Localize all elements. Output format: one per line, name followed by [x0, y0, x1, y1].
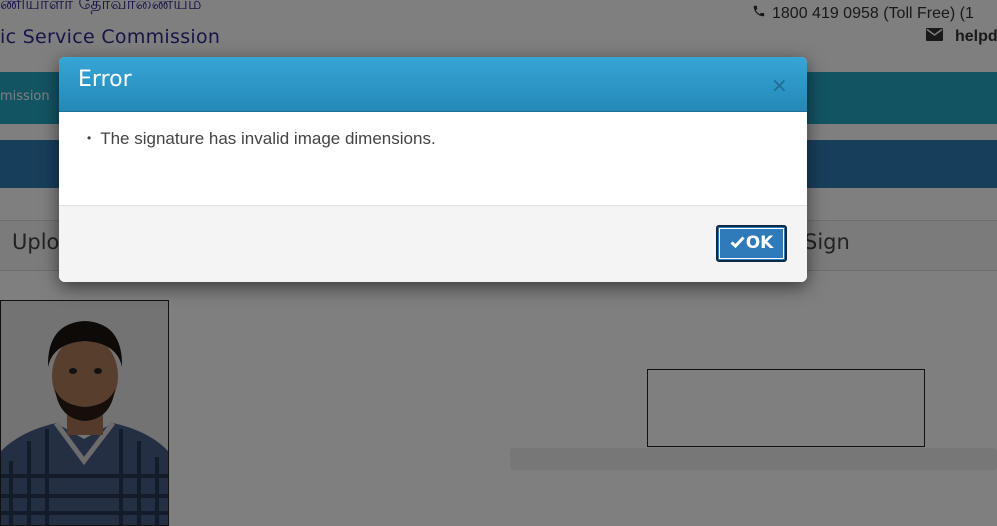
dialog-title: Error: [78, 67, 132, 92]
error-dialog: Error × • The signature has invalid image…: [59, 57, 807, 282]
bullet-icon: •: [87, 131, 92, 145]
error-message-text: The signature has invalid image dimensio…: [100, 129, 436, 148]
ok-button-label: OK: [745, 233, 774, 253]
dialog-footer: OK: [59, 205, 807, 282]
check-icon: [730, 227, 745, 259]
error-message: • The signature has invalid image dimensi…: [87, 129, 436, 149]
ok-button[interactable]: OK: [716, 225, 787, 262]
dialog-header: Error ×: [59, 57, 807, 112]
dialog-body: • The signature has invalid image dimensi…: [59, 112, 807, 204]
error-list: • The signature has invalid image dimensi…: [87, 129, 436, 149]
close-icon[interactable]: ×: [771, 75, 788, 95]
